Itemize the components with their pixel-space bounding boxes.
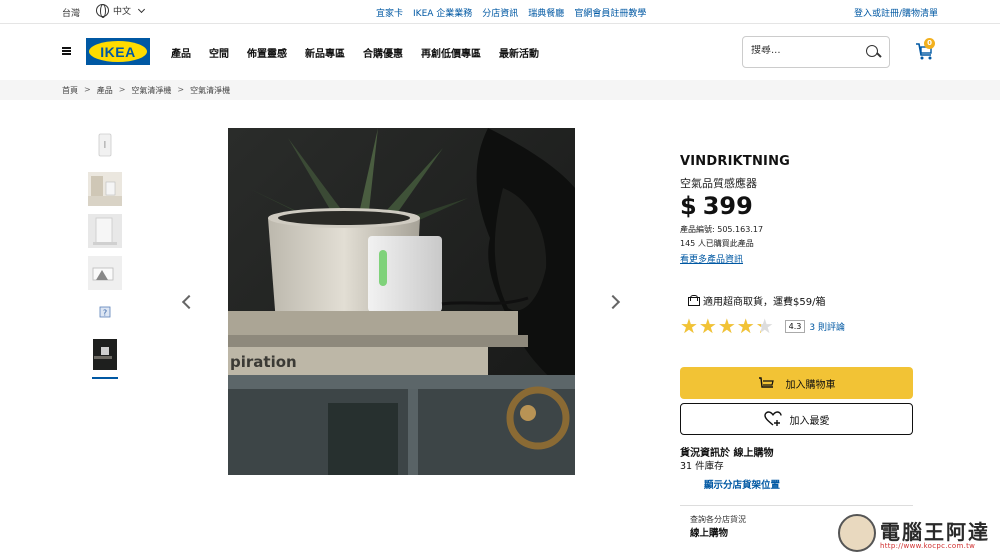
search-box — [742, 36, 890, 68]
divider — [680, 505, 913, 506]
ikea-logo[interactable]: IKEA — [86, 38, 150, 65]
search-icon[interactable] — [866, 45, 880, 59]
login-link[interactable]: 登入或註冊/購物清單 — [854, 6, 938, 19]
thumbnail-2[interactable] — [88, 172, 122, 206]
delivery-text: 適用超商取貨，運費$59/箱 — [703, 297, 826, 308]
top-link-ikea-card[interactable]: 宜家卡 — [376, 6, 403, 19]
more-product-info-link[interactable]: 看更多產品資訊 — [680, 252, 743, 265]
top-utility-bar: 台灣 中文 宜家卡 IKEA 企業業務 分店資訊 瑞典餐廳 官網會員註冊教學 登… — [0, 0, 1000, 24]
watermark-mascot-icon — [838, 514, 876, 552]
cart-button[interactable]: 0 — [914, 38, 936, 62]
store-pickup-icon — [688, 295, 700, 306]
breadcrumb-home[interactable]: 首頁 — [62, 85, 78, 96]
book-spine-text: piration — [230, 353, 297, 371]
cart-add-icon — [758, 377, 774, 388]
top-link-restaurant[interactable]: 瑞典餐廳 — [528, 6, 564, 19]
heart-plus-icon — [763, 411, 782, 426]
product-image: piration — [228, 128, 575, 475]
nav-lower-price[interactable]: 再創低價專區 — [421, 45, 481, 60]
star-rating-fill: ★★★★★ — [680, 316, 761, 336]
add-to-cart-button[interactable]: 加入購物車 — [680, 367, 913, 399]
breadcrumb-products[interactable]: 產品 — [97, 85, 113, 96]
thumbnail-1[interactable] — [88, 128, 122, 162]
add-to-cart-label: 加入購物車 — [785, 379, 836, 391]
reviews-link[interactable]: 3 則評論 — [809, 320, 845, 333]
top-links: 宜家卡 IKEA 企業業務 分店資訊 瑞典餐廳 官網會員註冊教學 — [376, 6, 646, 19]
price-value: 399 — [702, 192, 753, 220]
main-header: IKEA 產品 空間 佈置靈感 新品專區 合購優惠 再創低價專區 最新活動 0 — [0, 24, 1000, 80]
delivery-info: 適用超商取貨，運費$59/箱 — [688, 293, 825, 308]
selected-indicator — [92, 377, 118, 379]
top-link-business[interactable]: IKEA 企業業務 — [413, 6, 472, 19]
nav-bundle-offers[interactable]: 合購優惠 — [363, 45, 403, 60]
nav-products[interactable]: 產品 — [171, 45, 191, 60]
product-name: VINDRIKTNING — [680, 154, 791, 169]
stock-status-title: 貨況資訊於 線上購物 — [680, 448, 774, 459]
nav-rooms[interactable]: 空間 — [209, 45, 229, 60]
globe-icon — [96, 4, 109, 18]
chevron-down-icon — [137, 5, 146, 13]
thumbnail-3[interactable] — [88, 214, 122, 248]
language-label: 中文 — [113, 7, 132, 17]
price-currency: $ — [680, 192, 697, 220]
cart-count-badge: 0 — [924, 38, 935, 49]
watermark: 電腦王阿達 http://www.kocpc.com.tw — [836, 512, 998, 558]
search-input[interactable] — [751, 45, 851, 56]
breadcrumb-air-purifiers[interactable]: 空氣清淨機 — [131, 85, 171, 96]
thumbnail-6-selected[interactable] — [88, 338, 122, 379]
store-shelf-location-link[interactable]: 顯示分店貨架位置 — [704, 477, 780, 491]
svg-text:?: ? — [103, 309, 107, 318]
language-selector[interactable]: 中文 — [96, 4, 146, 18]
main-nav: 產品 空間 佈置靈感 新品專區 合購優惠 再創低價專區 最新活動 — [171, 45, 539, 60]
product-price: $ 399 — [680, 192, 753, 220]
watermark-text: 電腦王阿達 — [880, 520, 990, 544]
next-image-arrow-icon[interactable] — [605, 294, 621, 310]
purchase-count: 145 人已購買此產品 — [680, 239, 754, 248]
stock-count: 31 件庫存 — [680, 461, 724, 472]
breadcrumb-bar: 首頁 > 產品 > 空氣清淨機 > 空氣清淨機 — [0, 80, 1000, 100]
thumbnail-5[interactable]: ? — [88, 304, 122, 320]
menu-icon[interactable] — [62, 47, 71, 55]
top-link-stores[interactable]: 分店資訊 — [482, 6, 518, 19]
rating-row[interactable]: ★★★★★★★★★★ 4.3 3 則評論 — [680, 316, 845, 336]
add-to-favorites-button[interactable]: 加入最愛 — [680, 403, 913, 435]
top-link-member-tutorial[interactable]: 官網會員註冊教學 — [574, 6, 646, 19]
breadcrumb: 首頁 > 產品 > 空氣清淨機 > 空氣清淨機 — [62, 85, 231, 96]
previous-image-arrow-icon[interactable] — [181, 294, 197, 310]
rating-score: 4.3 — [784, 319, 806, 333]
nav-inspiration[interactable]: 佈置靈感 — [247, 45, 287, 60]
product-id: 產品編號: 505.163.17 — [680, 225, 764, 234]
region-label[interactable]: 台灣 — [62, 6, 80, 19]
breadcrumb-current: 空氣清淨機 — [190, 86, 231, 95]
thumbnail-4[interactable] — [88, 256, 122, 290]
product-description: 空氣品質感應器 — [680, 177, 757, 190]
logo-text: IKEA — [100, 43, 136, 60]
nav-new[interactable]: 新品專區 — [305, 45, 345, 60]
star-rating: ★★★★★★★★★★ — [680, 314, 775, 338]
watermark-url: http://www.kocpc.com.tw — [880, 542, 976, 550]
check-store-stock-label[interactable]: 查詢各分店貨況 — [690, 514, 746, 525]
check-store-stock-value[interactable]: 線上購物 — [690, 525, 728, 539]
add-to-favorites-label: 加入最愛 — [789, 415, 830, 427]
nav-events[interactable]: 最新活動 — [499, 45, 539, 60]
